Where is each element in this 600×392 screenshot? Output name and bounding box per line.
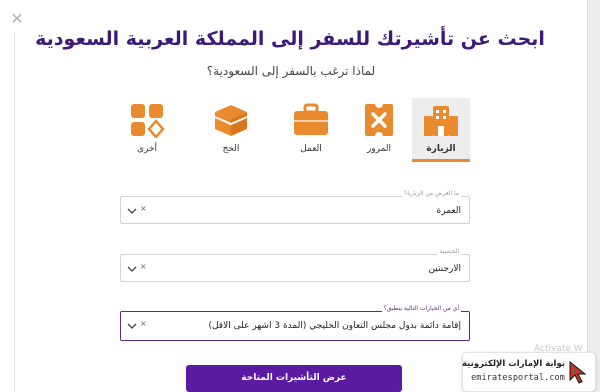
nationality-select[interactable]: الجنسية الارجنتين ×: [120, 248, 470, 282]
kaaba-icon: [214, 105, 248, 136]
category-visit[interactable]: الزيارة: [412, 98, 470, 162]
clear-icon[interactable]: ×: [140, 262, 147, 271]
field-value: إقامة دائمة بدول مجلس التعاون الخليجي (ا…: [208, 321, 461, 331]
close-icon[interactable]: ✕: [8, 10, 26, 28]
modal-subtitle: لماذا ترغب بالسفر إلى السعودية؟: [206, 64, 376, 78]
cursor-logo-icon: [569, 360, 587, 384]
category-other[interactable]: أخرى: [118, 98, 176, 162]
grid-shapes-icon: [131, 104, 165, 138]
field-label: ما الغرض من الزيارة؟: [401, 190, 461, 197]
category-hajj[interactable]: الحج: [202, 98, 260, 162]
field-value: العمرة: [436, 206, 461, 216]
clear-icon[interactable]: ×: [140, 319, 147, 328]
badge-arabic-text: بوابة الإمارات الإلكترونية: [462, 359, 565, 369]
modal-title: ابحث عن تأشيرتك للسفر إلى المملكة العربي…: [35, 28, 545, 50]
visa-search-modal: ✕ ابحث عن تأشيرتك للسفر إلى المملكة العر…: [0, 0, 600, 392]
category-work[interactable]: العمل: [282, 98, 340, 162]
clear-icon[interactable]: ×: [140, 204, 147, 213]
travel-reason-options: الزيارة المرور العمل الحج أخرى: [118, 98, 478, 164]
ticket-icon: [365, 102, 393, 138]
category-label: العمل: [300, 144, 322, 154]
briefcase-icon: [294, 103, 328, 135]
chevron-down-icon[interactable]: [127, 321, 137, 331]
show-visas-button[interactable]: عرض التأشيرات المتاحة: [186, 365, 402, 392]
buildings-icon: [424, 106, 458, 136]
field-value: الارجنتين: [428, 264, 461, 274]
divider: [14, 32, 15, 392]
field-label: أي من الخيارات التالية ينطبق؟: [381, 305, 461, 312]
category-label: الحج: [222, 144, 240, 154]
residency-options-select[interactable]: أي من الخيارات التالية ينطبق؟ إقامة دائم…: [120, 305, 470, 341]
field-label: الجنسية: [437, 248, 461, 255]
chevron-down-icon[interactable]: [127, 206, 137, 216]
purpose-select[interactable]: ما الغرض من الزيارة؟ العمرة ×: [120, 190, 470, 224]
page-scrollbar[interactable]: [587, 0, 600, 392]
chevron-down-icon[interactable]: [127, 264, 137, 274]
category-label: الزيارة: [426, 144, 456, 154]
badge-domain: emiratesportal.com: [471, 373, 565, 383]
category-label: أخرى: [136, 144, 158, 154]
category-label: المرور: [366, 144, 392, 154]
category-transit[interactable]: المرور: [350, 98, 408, 162]
emirates-portal-badge: بوابة الإمارات الإلكترونية emiratesporta…: [462, 352, 596, 392]
